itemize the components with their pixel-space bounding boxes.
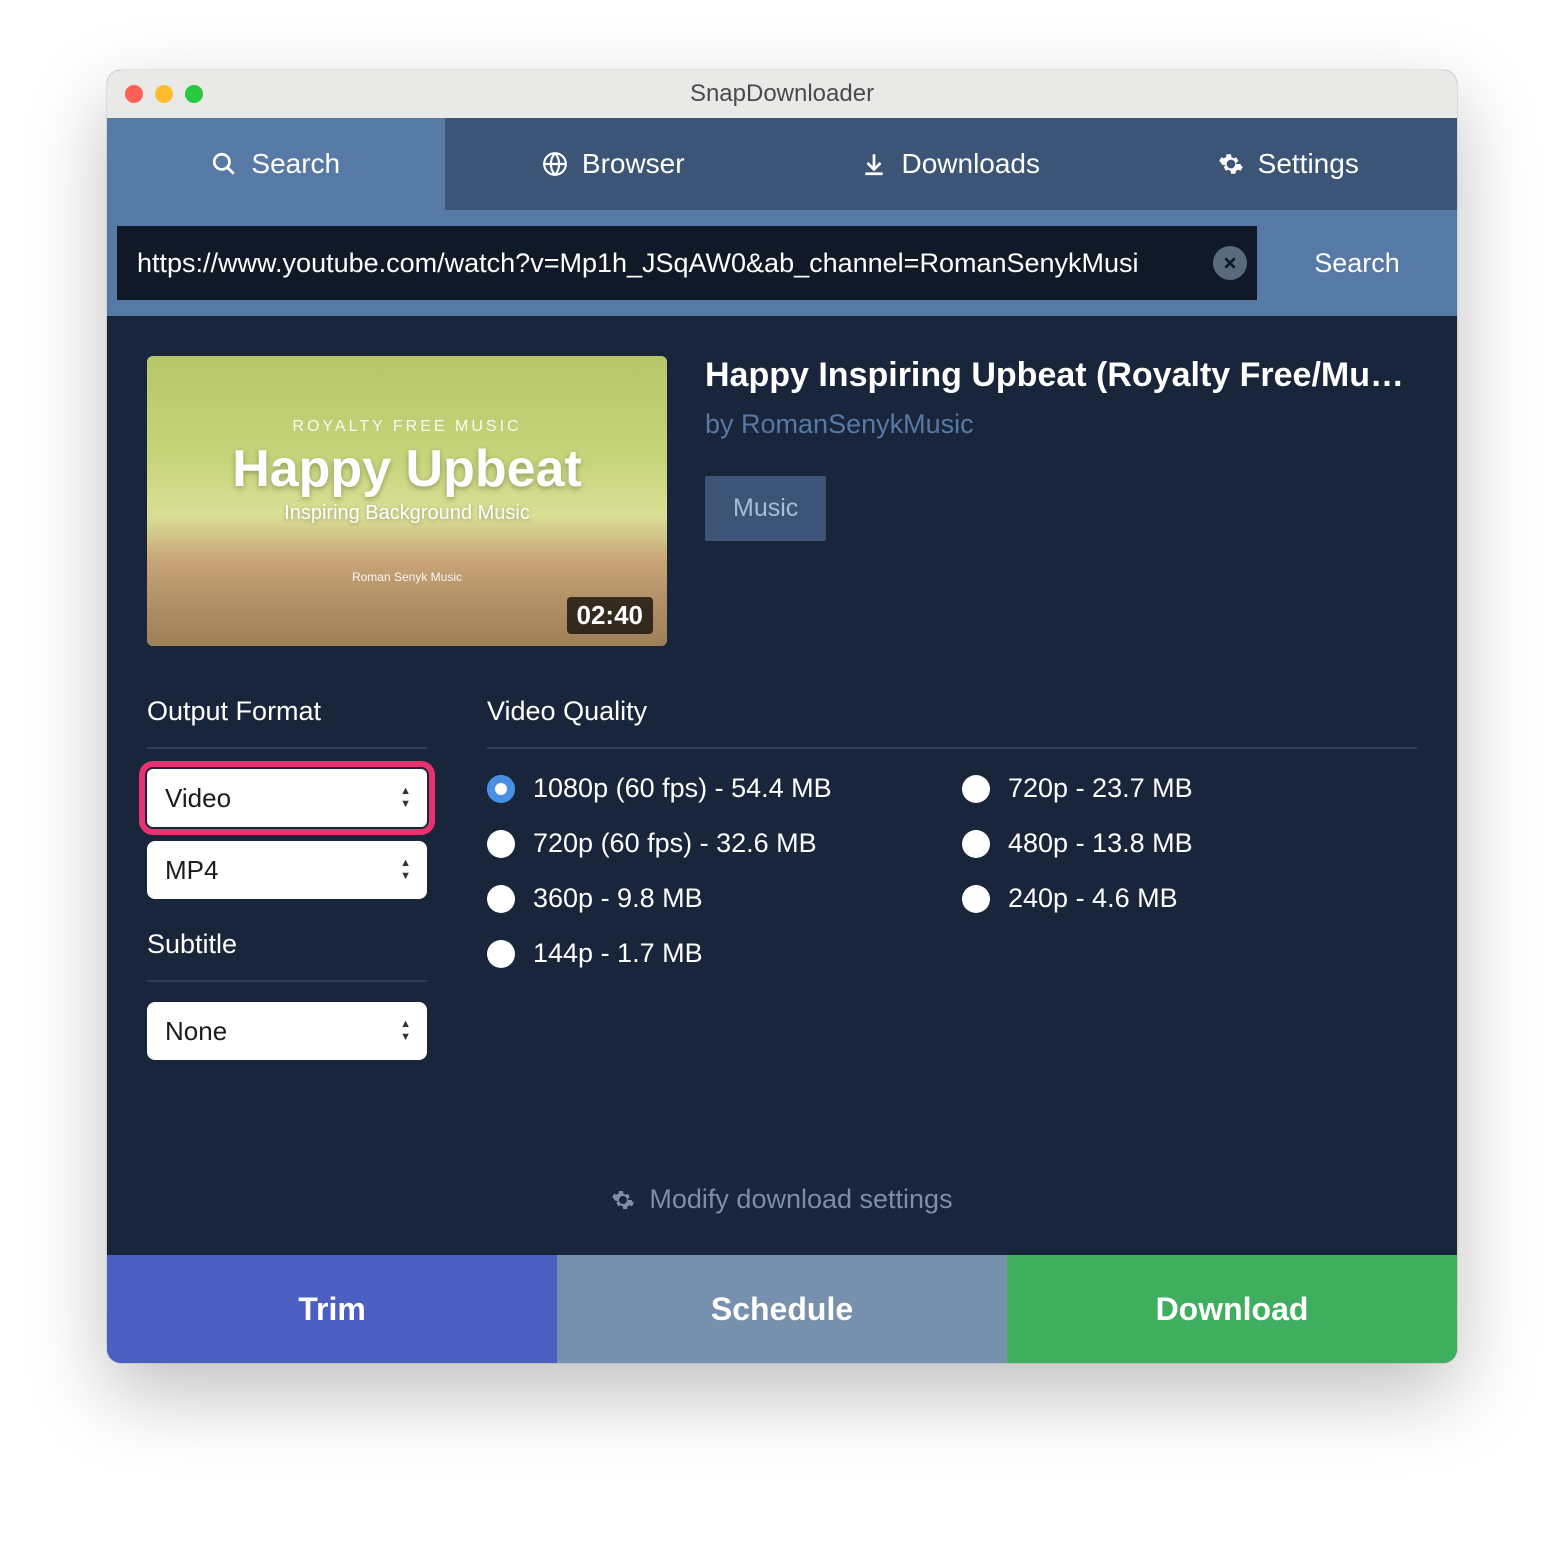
quality-option[interactable]: 144p - 1.7 MB [487, 938, 942, 969]
thumb-tagline: ROYALTY FREE MUSIC [292, 418, 521, 436]
search-button[interactable]: Search [1257, 226, 1457, 300]
select-value: None [165, 1016, 227, 1047]
output-format-label: Output Format [147, 696, 427, 727]
category-chip: Music [705, 476, 826, 541]
select-arrows-icon: ▲▼ [400, 1019, 411, 1043]
output-container-select[interactable]: MP4 ▲▼ [147, 841, 427, 899]
tab-label: Browser [582, 148, 685, 180]
video-thumbnail: ROYALTY FREE MUSIC Happy Upbeat Inspirin… [147, 356, 667, 646]
section-divider [147, 747, 427, 749]
tab-label: Downloads [901, 148, 1040, 180]
footer-buttons: Trim Schedule Download [107, 1255, 1457, 1363]
quality-label: 720p - 23.7 MB [1008, 773, 1193, 804]
app-window: SnapDownloader Search Browser Downloads [107, 70, 1457, 1363]
gear-icon [611, 1188, 635, 1212]
url-input[interactable] [137, 248, 1201, 279]
tab-label: Search [251, 148, 340, 180]
window-controls [125, 85, 203, 103]
author-name: RomanSenykMusic [741, 409, 974, 439]
content-area: ROYALTY FREE MUSIC Happy Upbeat Inspirin… [107, 316, 1457, 1255]
titlebar: SnapDownloader [107, 70, 1457, 118]
main-tabs: Search Browser Downloads Settings [107, 118, 1457, 210]
tab-search[interactable]: Search [107, 118, 445, 210]
download-label: Download [1156, 1291, 1309, 1328]
radio-button [962, 885, 990, 913]
window-title: SnapDownloader [107, 80, 1457, 108]
window-close-button[interactable] [125, 85, 143, 103]
radio-button [962, 830, 990, 858]
author-prefix: by [705, 409, 741, 439]
output-type-select[interactable]: Video ▲▼ [147, 769, 427, 827]
output-column: Output Format Video ▲▼ MP4 ▲▼ Subtitle N… [147, 696, 427, 1074]
quality-label: 144p - 1.7 MB [533, 938, 703, 969]
window-minimize-button[interactable] [155, 85, 173, 103]
radio-button [487, 775, 515, 803]
quality-option[interactable]: 720p (60 fps) - 32.6 MB [487, 828, 942, 859]
quality-option[interactable]: 1080p (60 fps) - 54.4 MB [487, 773, 942, 804]
quality-label: 240p - 4.6 MB [1008, 883, 1178, 914]
search-icon [211, 151, 237, 177]
quality-label: 720p (60 fps) - 32.6 MB [533, 828, 817, 859]
schedule-button[interactable]: Schedule [557, 1255, 1007, 1363]
clear-url-button[interactable] [1213, 246, 1247, 280]
section-divider [487, 747, 1417, 749]
radio-button [487, 830, 515, 858]
modify-label: Modify download settings [649, 1184, 952, 1215]
trim-label: Trim [298, 1291, 366, 1328]
quality-option[interactable]: 240p - 4.6 MB [962, 883, 1417, 914]
select-arrows-icon: ▲▼ [400, 786, 411, 810]
quality-label: 480p - 13.8 MB [1008, 828, 1193, 859]
tab-browser[interactable]: Browser [445, 118, 783, 210]
globe-icon [542, 151, 568, 177]
quality-option[interactable]: 720p - 23.7 MB [962, 773, 1417, 804]
download-button[interactable]: Download [1007, 1255, 1457, 1363]
download-icon [861, 151, 887, 177]
video-author: by RomanSenykMusic [705, 409, 1417, 440]
video-quality-label: Video Quality [487, 696, 1417, 727]
tab-downloads[interactable]: Downloads [782, 118, 1120, 210]
trim-button[interactable]: Trim [107, 1255, 557, 1363]
url-bar: Search [107, 210, 1457, 316]
thumb-footer: Roman Senyk Music [352, 570, 462, 584]
url-field-container [117, 226, 1257, 300]
quality-option[interactable]: 360p - 9.8 MB [487, 883, 942, 914]
radio-button [487, 940, 515, 968]
modify-download-settings-button[interactable]: Modify download settings [147, 1184, 1417, 1215]
video-duration: 02:40 [567, 597, 654, 634]
subtitle-select[interactable]: None ▲▼ [147, 1002, 427, 1060]
subtitle-label: Subtitle [147, 929, 427, 960]
select-value: Video [165, 783, 231, 814]
select-arrows-icon: ▲▼ [400, 858, 411, 882]
select-value: MP4 [165, 855, 218, 886]
close-icon [1222, 255, 1238, 271]
options-row: Output Format Video ▲▼ MP4 ▲▼ Subtitle N… [147, 696, 1417, 1074]
tab-label: Settings [1258, 148, 1359, 180]
radio-button [487, 885, 515, 913]
tab-settings[interactable]: Settings [1120, 118, 1458, 210]
video-title: Happy Inspiring Upbeat (Royalty Free/Mus… [705, 356, 1417, 395]
quality-label: 360p - 9.8 MB [533, 883, 703, 914]
window-maximize-button[interactable] [185, 85, 203, 103]
gear-icon [1218, 151, 1244, 177]
quality-label: 1080p (60 fps) - 54.4 MB [533, 773, 832, 804]
video-meta: ROYALTY FREE MUSIC Happy Upbeat Inspirin… [147, 356, 1417, 646]
video-info: Happy Inspiring Upbeat (Royalty Free/Mus… [705, 356, 1417, 646]
search-button-label: Search [1314, 248, 1400, 279]
thumb-subtitle: Inspiring Background Music [284, 502, 530, 525]
section-divider [147, 980, 427, 982]
thumb-title: Happy Upbeat [232, 442, 582, 497]
quality-column: Video Quality 1080p (60 fps) - 54.4 MB 7… [487, 696, 1417, 969]
schedule-label: Schedule [711, 1291, 853, 1328]
quality-options: 1080p (60 fps) - 54.4 MB 720p - 23.7 MB … [487, 773, 1417, 969]
quality-option[interactable]: 480p - 13.8 MB [962, 828, 1417, 859]
radio-button [962, 775, 990, 803]
